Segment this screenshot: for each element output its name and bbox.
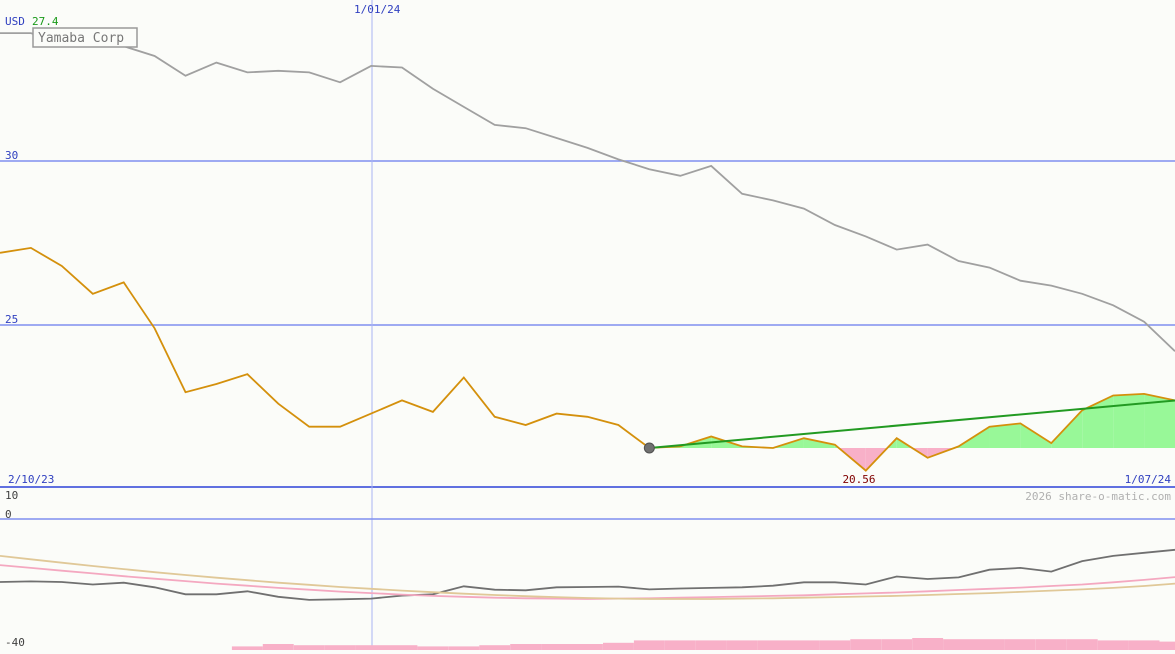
volume-bar bbox=[479, 645, 510, 650]
volume-bar bbox=[696, 640, 727, 650]
volume-bar bbox=[263, 644, 294, 650]
last-price-label: 27.4 bbox=[32, 15, 59, 28]
volume-bar bbox=[634, 640, 665, 650]
volume-bar bbox=[1098, 640, 1129, 650]
volume-bars bbox=[232, 638, 1175, 650]
fill-segment-36 bbox=[1113, 394, 1144, 448]
stock-chart: USD 27.4 Yamaba Corp 30 25 1/01/24 2/10/… bbox=[0, 0, 1175, 650]
osc-tick-minus-40: -40 bbox=[5, 636, 25, 649]
volume-bar bbox=[387, 645, 418, 650]
volume-bar bbox=[541, 644, 572, 650]
oscillator-line-osc-pink bbox=[0, 565, 1175, 599]
volume-bar bbox=[881, 639, 912, 650]
volume-bar bbox=[1129, 640, 1160, 650]
volume-bar bbox=[850, 639, 881, 650]
volume-bar bbox=[356, 645, 387, 650]
volume-bar bbox=[1067, 639, 1098, 650]
volume-bar bbox=[789, 640, 820, 650]
volume-bar bbox=[974, 639, 1005, 650]
volume-bar bbox=[294, 645, 325, 650]
volume-bar bbox=[912, 638, 943, 650]
volume-bar bbox=[943, 639, 974, 650]
credit-text: 2026 share-o-matic.com bbox=[1025, 490, 1171, 503]
currency-label: USD bbox=[5, 15, 25, 28]
x-label-start: 2/10/23 bbox=[8, 473, 54, 486]
volume-bar bbox=[510, 644, 541, 650]
volume-bar bbox=[325, 645, 356, 650]
chart-canvas: USD 27.4 Yamaba Corp 30 25 1/01/24 2/10/… bbox=[0, 0, 1175, 650]
x-label-marker: 1/01/24 bbox=[354, 3, 401, 16]
volume-bar bbox=[603, 643, 634, 650]
company-label: Yamaba Corp bbox=[38, 31, 124, 46]
volume-bar bbox=[1036, 639, 1067, 650]
trend-start-dot bbox=[644, 443, 654, 453]
volume-bar bbox=[417, 646, 448, 650]
low-price-label: 20.56 bbox=[842, 473, 875, 486]
volume-bar bbox=[232, 646, 263, 650]
osc-tick-0: 0 bbox=[5, 508, 12, 521]
volume-bar bbox=[665, 640, 696, 650]
volume-bar bbox=[758, 640, 789, 650]
volume-bar bbox=[1160, 642, 1175, 650]
y-tick-30: 30 bbox=[5, 149, 18, 162]
osc-tick-10: 10 bbox=[5, 489, 18, 502]
volume-bar bbox=[572, 644, 603, 650]
volume-bar bbox=[448, 646, 479, 650]
volume-bar bbox=[727, 640, 758, 650]
x-label-end: 1/07/24 bbox=[1125, 473, 1172, 486]
volume-bar bbox=[1005, 639, 1036, 650]
gain-loss-fill bbox=[649, 394, 1175, 471]
oscillator-lines bbox=[0, 550, 1175, 600]
comparison-line bbox=[0, 33, 1175, 351]
y-tick-25: 25 bbox=[5, 313, 18, 326]
volume-bar bbox=[819, 640, 850, 650]
